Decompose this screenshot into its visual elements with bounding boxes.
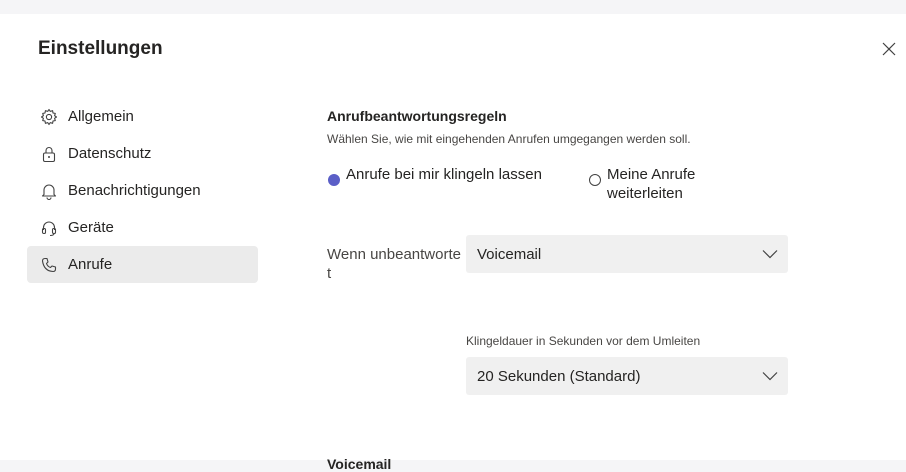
close-icon[interactable]: [882, 42, 900, 60]
radio-unselected-indicator: [589, 174, 601, 186]
bell-icon: [39, 181, 59, 201]
ring-duration-dropdown-value: 20 Sekunden (Standard): [477, 367, 641, 385]
voicemail-heading: Voicemail: [327, 456, 392, 472]
radio-selected-indicator: [328, 174, 340, 186]
nav-label-benachrichtigungen: Benachrichtigungen: [68, 182, 201, 199]
phone-icon: [39, 255, 59, 275]
nav-label-geraete: Geräte: [68, 219, 114, 236]
gear-icon: [39, 107, 59, 127]
radio-ring-calls[interactable]: Anrufe bei mir klingeln lassen: [328, 165, 543, 186]
chevron-down-icon: [762, 368, 778, 385]
ring-duration-label: Klingeldauer in Sekunden vor dem Umleite…: [466, 334, 701, 348]
nav-item-anrufe[interactable]: Anrufe: [27, 246, 258, 283]
nav-item-benachrichtigungen[interactable]: Benachrichtigungen: [27, 172, 258, 209]
unanswered-dropdown[interactable]: Voicemail: [466, 235, 788, 273]
radio-forward-calls-label: Meine Anrufe weiterleiten: [607, 166, 696, 202]
radio-forward-calls[interactable]: Meine Anrufe weiterleiten: [589, 165, 769, 203]
nav-label-anrufe: Anrufe: [68, 256, 113, 273]
nav-item-allgemein[interactable]: Allgemein: [27, 98, 258, 135]
dialog-title: Einstellungen: [38, 38, 163, 59]
nav-label-allgemein: Allgemein: [68, 108, 134, 125]
settings-dialog: Einstellungen Allgemein Datenschutz Bena…: [0, 14, 906, 472]
unanswered-label: Wenn unbeantwortet: [327, 246, 461, 282]
settings-nav: Allgemein Datenschutz Benachrichtigungen: [27, 98, 258, 283]
ring-duration-dropdown[interactable]: 20 Sekunden (Standard): [466, 357, 788, 395]
unanswered-dropdown-value: Voicemail: [477, 245, 542, 263]
nav-label-datenschutz: Datenschutz: [68, 145, 152, 162]
lock-icon: [39, 144, 59, 164]
nav-item-datenschutz[interactable]: Datenschutz: [27, 135, 258, 172]
nav-item-geraete[interactable]: Geräte: [27, 209, 258, 246]
radio-ring-calls-label: Anrufe bei mir klingeln lassen: [346, 166, 542, 183]
headset-icon: [39, 218, 59, 238]
answer-rules-heading: Anrufbeantwortungsregeln: [327, 108, 507, 124]
answer-rules-description: Wählen Sie, wie mit eingehenden Anrufen …: [327, 132, 691, 146]
chevron-down-icon: [762, 246, 778, 263]
